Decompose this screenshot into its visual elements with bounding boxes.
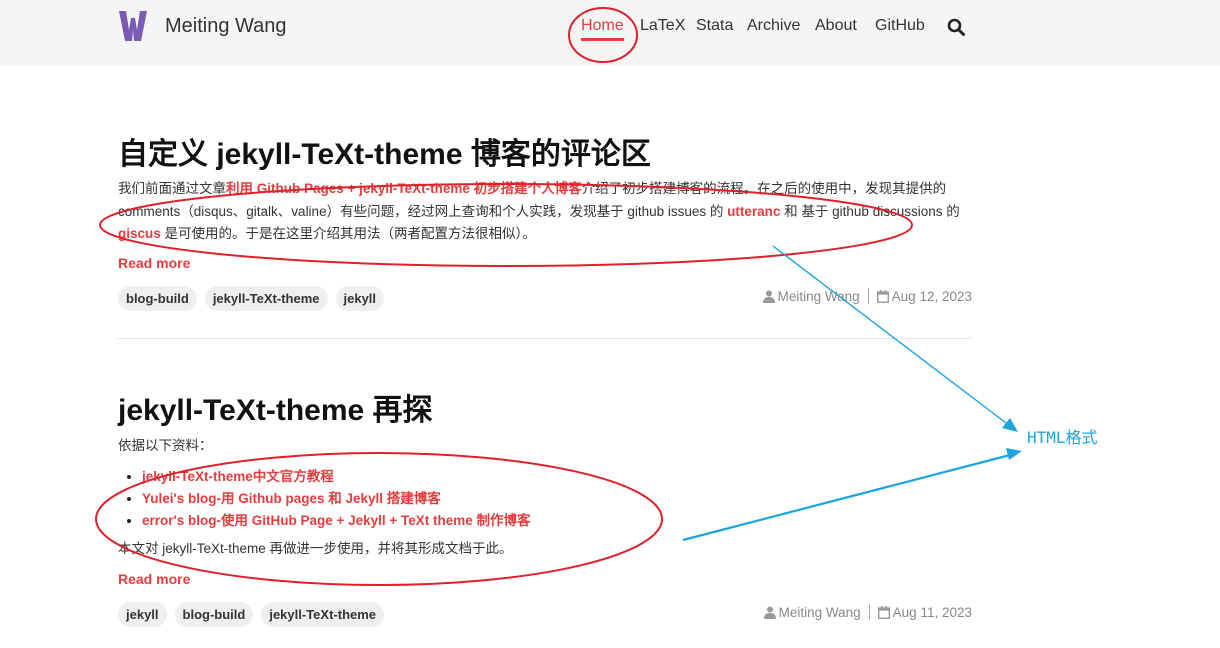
reference-link[interactable]: jekyll-TeXt-theme中文官方教程 <box>142 469 334 484</box>
search-icon[interactable] <box>947 18 965 36</box>
tag[interactable]: blog-build <box>118 286 197 311</box>
annotation-label: HTML格式 <box>1027 428 1098 447</box>
excerpt-link[interactable]: giscus <box>118 226 161 241</box>
reference-list: jekyll-TeXt-theme中文官方教程 Yulei's blog-用 G… <box>118 466 531 532</box>
tag[interactable]: blog-build <box>174 602 254 627</box>
meta-divider <box>868 604 870 620</box>
read-more-link[interactable]: Read more <box>118 255 190 271</box>
arrow-head <box>1002 418 1018 432</box>
nav-latex[interactable]: LaTeX <box>640 17 685 35</box>
read-more-link[interactable]: Read more <box>118 571 190 587</box>
post-author: Meiting Wang <box>778 604 861 620</box>
user-icon <box>762 290 775 303</box>
post-divider <box>118 338 972 339</box>
nav-stata[interactable]: Stata <box>696 17 733 35</box>
reference-link[interactable]: Yulei's blog-用 Github pages 和 Jekyll 搭建博… <box>142 491 441 506</box>
post-title[interactable]: jekyll-TeXt-theme 再探 <box>118 385 433 429</box>
calendar-icon <box>877 605 890 619</box>
post-date: Aug 11, 2023 <box>892 604 972 620</box>
user-icon <box>763 606 776 619</box>
post-meta: Meiting Wang Aug 11, 2023 <box>763 604 972 620</box>
tag[interactable]: jekyll <box>118 602 167 627</box>
post-date: Aug 12, 2023 <box>891 288 972 304</box>
post-outro: 本文对 jekyll-TeXt-theme 再做进一步使用，并将其形成文档于此。 <box>118 541 513 556</box>
excerpt-link[interactable]: 利用 Github Pages + jekyll-TeXt-theme 初步搭建… <box>226 181 582 196</box>
nav-github[interactable]: GitHub <box>875 17 925 35</box>
nav-active-indicator <box>581 38 624 41</box>
post-intro: 依据以下资料： <box>118 438 213 453</box>
calendar-icon <box>876 289 889 303</box>
arrow-line <box>772 245 1011 427</box>
post-meta: Meiting Wang Aug 12, 2023 <box>762 288 972 304</box>
post-author: Meiting Wang <box>777 288 860 304</box>
arrow-head <box>1006 448 1022 460</box>
nav-about[interactable]: About <box>815 17 857 35</box>
post-title[interactable]: 自定义 jekyll-TeXt-theme 博客的评论区 <box>118 129 651 173</box>
post-excerpt: 我们前面通过文章利用 Github Pages + jekyll-TeXt-th… <box>118 181 960 241</box>
tag[interactable]: jekyll <box>335 286 385 311</box>
nav-archive[interactable]: Archive <box>747 17 800 35</box>
list-item: Yulei's blog-用 Github pages 和 Jekyll 搭建博… <box>142 488 531 510</box>
list-item: jekyll-TeXt-theme中文官方教程 <box>142 466 531 488</box>
arrow-line <box>682 453 1011 542</box>
meta-divider <box>867 288 869 304</box>
tag[interactable]: jekyll-TeXt-theme <box>261 602 385 627</box>
site-logo[interactable] <box>118 10 148 42</box>
brand-name[interactable]: Meiting Wang <box>165 15 287 38</box>
excerpt-link[interactable]: utteranc <box>727 204 780 219</box>
tag-list: blog-build jekyll-TeXt-theme jekyll <box>118 286 385 311</box>
nav-home[interactable]: Home <box>581 17 624 35</box>
site-header: Meiting Wang Home LaTeX Stata Archive Ab… <box>0 0 1220 66</box>
tag-list: jekyll blog-build jekyll-TeXt-theme <box>118 602 385 627</box>
tag[interactable]: jekyll-TeXt-theme <box>204 286 328 311</box>
list-item: error's blog-使用 GitHub Page + Jekyll + T… <box>142 510 531 532</box>
reference-link[interactable]: error's blog-使用 GitHub Page + Jekyll + T… <box>142 513 531 528</box>
